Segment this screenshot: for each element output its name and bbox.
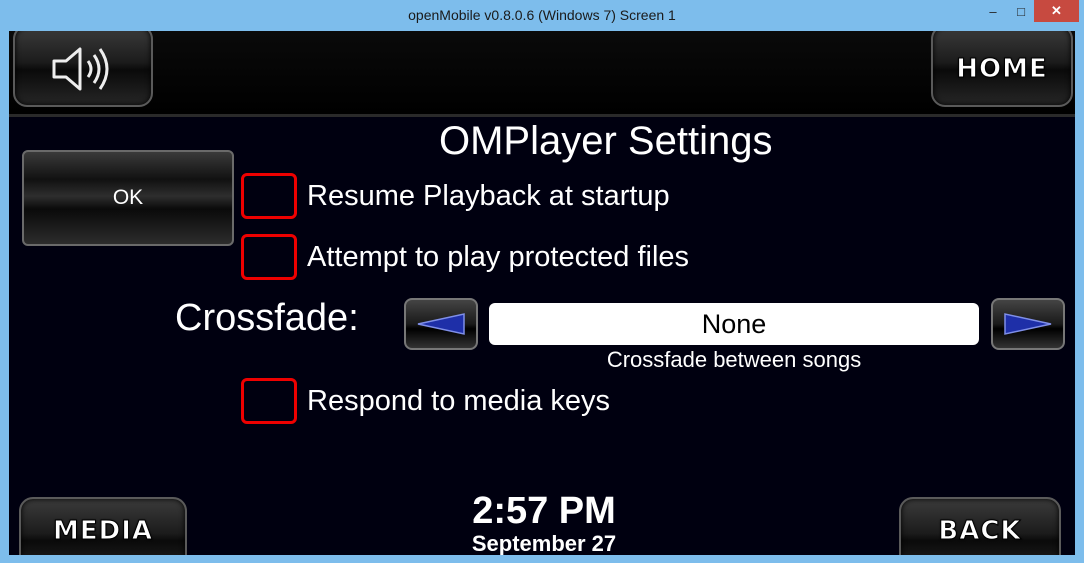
home-button[interactable]: HOME bbox=[931, 31, 1073, 107]
protected-files-checkbox[interactable] bbox=[241, 234, 297, 280]
arrow-right-icon bbox=[1004, 313, 1052, 335]
crossfade-label: Crossfade: bbox=[175, 297, 359, 339]
protected-files-label: Attempt to play protected files bbox=[307, 240, 690, 273]
media-keys-checkbox[interactable] bbox=[241, 378, 297, 424]
title-bar: openMobile v0.8.0.6 (Windows 7) Screen 1… bbox=[0, 0, 1084, 31]
media-button[interactable]: MEDIA bbox=[19, 497, 187, 555]
app-client-area: HOME OMPlayer Settings OK Resume Playbac… bbox=[9, 31, 1075, 555]
maximize-button[interactable]: □ bbox=[1008, 0, 1034, 22]
page-title: OMPlayer Settings bbox=[439, 119, 773, 163]
crossfade-previous-button[interactable] bbox=[404, 298, 478, 350]
home-button-label: HOME bbox=[956, 54, 1048, 85]
close-button[interactable]: ✕ bbox=[1034, 0, 1079, 22]
back-button-label: BACK bbox=[938, 516, 1022, 547]
media-keys-label: Respond to media keys bbox=[307, 384, 611, 417]
crossfade-value: None bbox=[489, 303, 979, 345]
setting-resume-playback[interactable]: Resume Playback at startup bbox=[241, 173, 670, 219]
speaker-icon bbox=[52, 47, 109, 91]
setting-media-keys[interactable]: Respond to media keys bbox=[241, 378, 610, 424]
setting-protected-files[interactable]: Attempt to play protected files bbox=[241, 234, 689, 280]
window-title: openMobile v0.8.0.6 (Windows 7) Screen 1 bbox=[408, 7, 676, 23]
top-bar: HOME bbox=[9, 31, 1075, 117]
app-window: openMobile v0.8.0.6 (Windows 7) Screen 1… bbox=[0, 0, 1084, 563]
minimize-button[interactable]: – bbox=[978, 0, 1008, 22]
media-button-label: MEDIA bbox=[52, 516, 153, 547]
resume-playback-checkbox[interactable] bbox=[241, 173, 297, 219]
clock-date: September 27 bbox=[471, 531, 617, 555]
back-button[interactable]: BACK bbox=[899, 497, 1061, 555]
arrow-left-icon bbox=[417, 313, 465, 335]
clock-time: 2:57 PM bbox=[472, 490, 616, 532]
resume-playback-label: Resume Playback at startup bbox=[307, 179, 670, 212]
volume-button[interactable] bbox=[13, 31, 153, 107]
ok-button[interactable]: OK bbox=[22, 150, 234, 246]
crossfade-next-button[interactable] bbox=[991, 298, 1065, 350]
crossfade-caption: Crossfade between songs bbox=[606, 347, 862, 372]
